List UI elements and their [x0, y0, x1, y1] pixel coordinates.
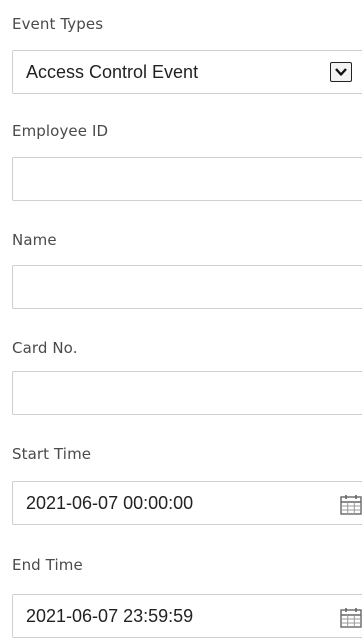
- calendar-icon[interactable]: [339, 494, 362, 516]
- event-types-select[interactable]: Access Control Event: [12, 50, 362, 94]
- event-types-selected-value: Access Control Event: [26, 62, 199, 82]
- start-time-value: 2021-06-07 00:00:00: [26, 493, 194, 513]
- search-form: Event Types Access Control Event Employe…: [0, 0, 362, 638]
- employee-id-label: Employee ID: [12, 122, 109, 140]
- name-input[interactable]: [12, 265, 362, 309]
- calendar-icon[interactable]: [339, 607, 362, 629]
- employee-id-input[interactable]: [12, 157, 362, 201]
- end-time-input[interactable]: 2021-06-07 23:59:59: [12, 594, 362, 638]
- event-types-dropdown-button[interactable]: [330, 62, 352, 82]
- event-types-label: Event Types: [12, 15, 104, 33]
- name-label: Name: [12, 231, 57, 249]
- end-time-label: End Time: [12, 556, 83, 574]
- chevron-down-icon: [335, 68, 347, 76]
- start-time-label: Start Time: [12, 445, 92, 463]
- card-no-input[interactable]: [12, 371, 362, 415]
- start-time-input[interactable]: 2021-06-07 00:00:00: [12, 481, 362, 525]
- end-time-value: 2021-06-07 23:59:59: [26, 606, 194, 626]
- card-no-label: Card No.: [12, 339, 78, 357]
